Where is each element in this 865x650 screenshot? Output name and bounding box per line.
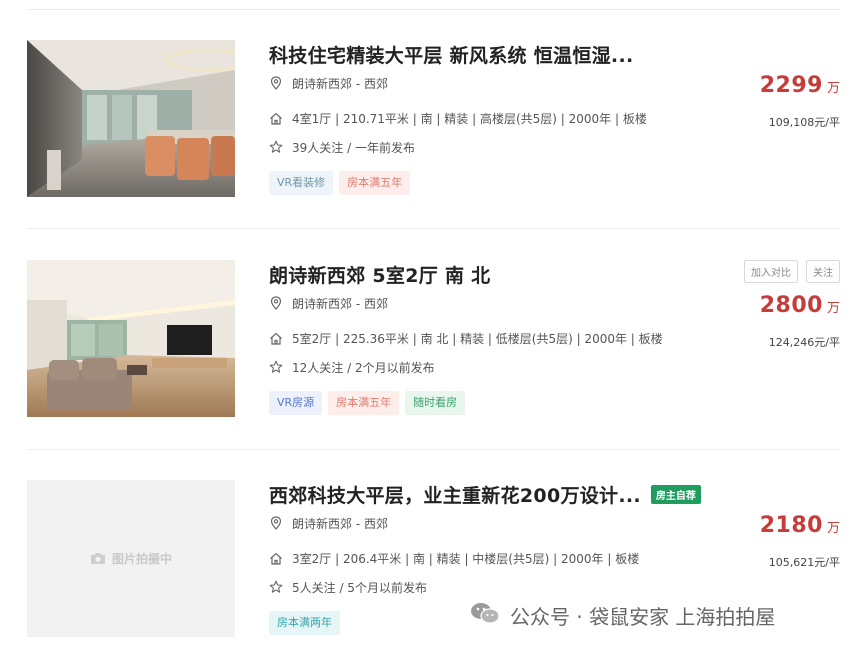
house-icon (269, 551, 283, 565)
listing-specs: 3室2厅 | 206.4平米 | 南 | 精装 | 中楼层(共5层) | 200… (292, 551, 640, 566)
price-value: 2299 (759, 73, 823, 98)
listing-title-row: 西郊科技大平层，业主重新花200万设计... 房主自荐 (269, 481, 701, 507)
listing-title[interactable]: 朗诗新西郊 5室2厅 南 北 (269, 261, 491, 288)
listing-specs: 4室1厅 | 210.71平米 | 南 | 精装 | 高楼层(共5层) | 20… (292, 111, 647, 126)
listing-unit-price: 124,246元/平 (768, 336, 840, 349)
tag-two-years: 房本满两年 (269, 611, 340, 635)
tag-vr[interactable]: VR看装修 (269, 171, 334, 195)
listing-follow-row: 12人关注 / 2个月以前发布 (269, 358, 435, 376)
listing-card[interactable]: 朗诗新西郊 5室2厅 南 北 加入对比 关注 朗诗新西郊 - 西郊 5室2厅 |… (27, 260, 840, 420)
price-value: 2800 (759, 293, 823, 318)
follow-button[interactable]: 关注 (806, 260, 840, 283)
listing-follow-info: 12人关注 / 2个月以前发布 (292, 360, 435, 375)
listing-total-price: 2299 万 (760, 73, 840, 98)
price-unit: 万 (826, 521, 840, 536)
tag-five-years: 房本满五年 (339, 171, 411, 195)
listing-photo[interactable] (27, 260, 235, 417)
listing-divider (27, 228, 840, 229)
listing-title-row: 朗诗新西郊 5室2厅 南 北 (269, 261, 491, 287)
price-unit: 万 (826, 81, 840, 96)
listing-location-row: 朗诗新西郊 - 西郊 (269, 294, 388, 312)
listing-specs-row: 4室1厅 | 210.71平米 | 南 | 精装 | 高楼层(共5层) | 20… (269, 109, 647, 127)
listing-unit-price: 109,108元/平 (768, 116, 840, 129)
listing-divider (27, 449, 840, 450)
listing-location-row: 朗诗新西郊 - 西郊 (269, 74, 388, 92)
watermark-text: 公众号 · 袋鼠安家 上海拍拍屋 (510, 604, 776, 629)
listing-specs-row: 5室2厅 | 225.36平米 | 南 北 | 精装 | 低楼层(共5层) | … (269, 329, 663, 347)
tag-viewing-anytime: 随时看房 (405, 391, 466, 415)
listing-location[interactable]: 朗诗新西郊 - 西郊 (292, 515, 388, 532)
camera-icon (90, 552, 106, 565)
tag-five-years: 房本满五年 (328, 391, 400, 415)
listing-card[interactable]: 科技住宅精装大平层 新风系统 恒温恒湿... 朗诗新西郊 - 西郊 4室1厅 |… (27, 40, 840, 200)
tag-vr[interactable]: VR房源 (269, 391, 323, 415)
listing-title[interactable]: 西郊科技大平层，业主重新花200万设计... (269, 481, 641, 508)
listing-tags: VR看装修 房本满五年 (269, 171, 411, 195)
listing-specs-row: 3室2厅 | 206.4平米 | 南 | 精装 | 中楼层(共5层) | 200… (269, 549, 639, 567)
listing-location-row: 朗诗新西郊 - 西郊 (269, 514, 388, 532)
listing-location[interactable]: 朗诗新西郊 - 西郊 (292, 295, 388, 312)
listing-follow-info: 39人关注 / 一年前发布 (292, 140, 415, 155)
listing-tags: VR房源 房本满五年 随时看房 (269, 391, 466, 415)
photo-placeholder: 图片拍摄中 (27, 480, 235, 637)
listing-total-price: 2800 万 (760, 293, 840, 318)
listing-specs: 5室2厅 | 225.36平米 | 南 北 | 精装 | 低楼层(共5层) | … (292, 331, 663, 346)
listing-title-row: 科技住宅精装大平层 新风系统 恒温恒湿... (269, 41, 633, 67)
listing-actions: 加入对比 关注 (744, 260, 840, 283)
star-icon (269, 580, 283, 594)
wechat-icon (470, 601, 500, 630)
location-pin-icon (269, 516, 283, 530)
price-value: 2180 (759, 513, 823, 538)
price-unit: 万 (826, 301, 840, 316)
listing-follow-info: 5人关注 / 5个月以前发布 (292, 580, 427, 595)
listing-follow-row: 5人关注 / 5个月以前发布 (269, 578, 427, 596)
owner-recommend-badge: 房主自荐 (650, 484, 701, 504)
location-pin-icon (269, 76, 283, 90)
location-pin-icon (269, 296, 283, 310)
listing-title[interactable]: 科技住宅精装大平层 新风系统 恒温恒湿... (269, 41, 633, 68)
house-icon (269, 331, 283, 345)
listing-photo-placeholder[interactable]: 图片拍摄中 (27, 480, 235, 637)
listing-tags: 房本满两年 (269, 611, 340, 635)
wechat-watermark: 公众号 · 袋鼠安家 上海拍拍屋 (470, 600, 775, 630)
listing-location[interactable]: 朗诗新西郊 - 西郊 (292, 75, 388, 92)
listing-photo[interactable] (27, 40, 235, 197)
house-icon (269, 111, 283, 125)
star-icon (269, 140, 283, 154)
add-compare-button[interactable]: 加入对比 (744, 260, 798, 283)
photo-placeholder-text: 图片拍摄中 (111, 552, 172, 566)
listing-total-price: 2180 万 (760, 513, 840, 538)
listing-unit-price: 105,621元/平 (768, 556, 840, 569)
previous-listing-edge (28, 0, 840, 10)
star-icon (269, 360, 283, 374)
listing-follow-row: 39人关注 / 一年前发布 (269, 138, 415, 156)
